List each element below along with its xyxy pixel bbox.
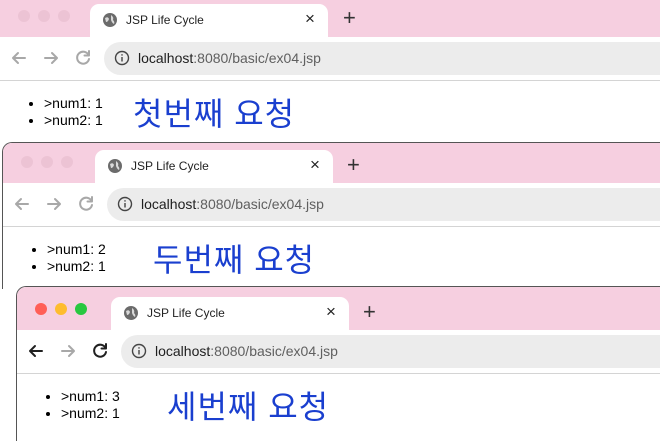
close-tab-icon[interactable]: ×: [321, 302, 341, 322]
url-text: localhost:8080/basic/ex04.jsp: [138, 50, 321, 66]
close-window-button[interactable]: [18, 10, 30, 22]
toolbar: localhost:8080/basic/ex04.jsp: [0, 37, 660, 81]
page-content: >num1: 2 >num2: 1 두번째 요청: [3, 227, 660, 289]
url-path: :8080/basic/ex04.jsp: [210, 343, 338, 359]
url-text: localhost:8080/basic/ex04.jsp: [141, 196, 324, 212]
forward-arrow-icon[interactable]: [40, 47, 62, 69]
address-bar[interactable]: localhost:8080/basic/ex04.jsp: [121, 335, 660, 368]
zoom-window-button[interactable]: [75, 303, 87, 315]
url-path: :8080/basic/ex04.jsp: [196, 196, 324, 212]
info-icon[interactable]: [117, 196, 133, 212]
zoom-window-button[interactable]: [58, 10, 70, 22]
minimize-window-button[interactable]: [55, 303, 67, 315]
minimize-window-button[interactable]: [38, 10, 50, 22]
forward-arrow-icon[interactable]: [43, 193, 65, 215]
tab-jsp-life-cycle[interactable]: JSP Life Cycle ×: [90, 4, 328, 37]
new-tab-button[interactable]: +: [363, 300, 376, 324]
browser-window-2: JSP Life Cycle × + localhost:8080/basic/…: [2, 142, 660, 289]
list-item: >num2: 1: [61, 405, 120, 422]
request-annotation: 세번째 요청: [167, 389, 330, 425]
request-annotation: 첫번째 요청: [133, 96, 296, 132]
globe-icon: [102, 12, 118, 28]
tab-strip: JSP Life Cycle × +: [17, 287, 660, 330]
toolbar: localhost:8080/basic/ex04.jsp: [17, 330, 660, 374]
page-content: >num1: 3 >num2: 1 세번째 요청: [17, 374, 660, 441]
address-bar[interactable]: localhost:8080/basic/ex04.jsp: [104, 42, 660, 75]
forward-arrow-icon[interactable]: [57, 340, 79, 362]
url-path: :8080/basic/ex04.jsp: [193, 50, 321, 66]
window-controls: [21, 156, 73, 168]
tab-jsp-life-cycle[interactable]: JSP Life Cycle ×: [95, 150, 333, 183]
url-host: localhost: [141, 196, 197, 212]
reload-icon[interactable]: [75, 193, 97, 215]
url-text: localhost:8080/basic/ex04.jsp: [155, 343, 338, 359]
browser-window-1: JSP Life Cycle × + localhost:8080/basic/…: [0, 0, 660, 140]
tab-strip: JSP Life Cycle × +: [3, 143, 660, 183]
page-content: >num1: 1 >num2: 1 첫번째 요청: [0, 81, 660, 140]
minimize-window-button[interactable]: [41, 156, 53, 168]
info-icon[interactable]: [114, 50, 130, 66]
zoom-window-button[interactable]: [61, 156, 73, 168]
close-window-button[interactable]: [21, 156, 33, 168]
back-arrow-icon[interactable]: [8, 47, 30, 69]
window-controls: [18, 10, 70, 22]
list-item: >num1: 1: [44, 95, 103, 112]
reload-icon[interactable]: [72, 47, 94, 69]
list-item: >num1: 2: [47, 241, 106, 258]
close-tab-icon[interactable]: ×: [305, 155, 325, 175]
list-item: >num2: 1: [44, 112, 103, 129]
new-tab-button[interactable]: +: [343, 6, 356, 30]
tab-title: JSP Life Cycle: [126, 13, 204, 27]
value-list: >num1: 3 >num2: 1: [61, 388, 120, 422]
close-window-button[interactable]: [35, 303, 47, 315]
tab-title: JSP Life Cycle: [131, 159, 209, 173]
address-bar[interactable]: localhost:8080/basic/ex04.jsp: [107, 188, 660, 221]
close-tab-icon[interactable]: ×: [300, 9, 320, 29]
info-icon[interactable]: [131, 343, 147, 359]
tab-jsp-life-cycle[interactable]: JSP Life Cycle ×: [111, 297, 349, 330]
tab-strip: JSP Life Cycle × +: [0, 0, 660, 37]
back-arrow-icon[interactable]: [25, 340, 47, 362]
list-item: >num1: 3: [61, 388, 120, 405]
list-item: >num2: 1: [47, 258, 106, 275]
request-annotation: 두번째 요청: [153, 242, 316, 278]
url-host: localhost: [155, 343, 211, 359]
window-controls: [35, 303, 87, 315]
toolbar: localhost:8080/basic/ex04.jsp: [3, 183, 660, 227]
globe-icon: [107, 158, 123, 174]
value-list: >num1: 1 >num2: 1: [44, 95, 103, 129]
reload-icon[interactable]: [89, 340, 111, 362]
new-tab-button[interactable]: +: [347, 153, 360, 177]
url-host: localhost: [138, 50, 194, 66]
globe-icon: [123, 305, 139, 321]
value-list: >num1: 2 >num2: 1: [47, 241, 106, 275]
tab-title: JSP Life Cycle: [147, 306, 225, 320]
back-arrow-icon[interactable]: [11, 193, 33, 215]
browser-window-3: JSP Life Cycle × + localhost:8080/basic/…: [16, 286, 660, 441]
